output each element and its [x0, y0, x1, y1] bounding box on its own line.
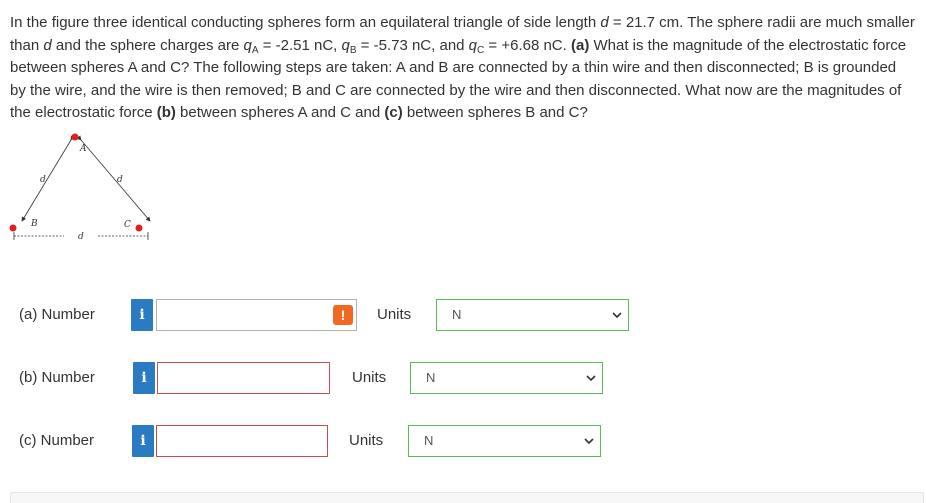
chevron-down-icon	[612, 312, 622, 319]
sphere-a	[71, 133, 79, 141]
subscript-a: A	[251, 44, 259, 56]
label-a: A	[79, 144, 87, 154]
variable-d: d	[43, 36, 52, 54]
units-value-c: N	[424, 433, 434, 448]
part-b-label: (b) Number	[19, 369, 95, 386]
units-select-a[interactable]: N	[436, 299, 629, 331]
answer-input-c[interactable]	[156, 425, 328, 457]
info-button-c[interactable]: i	[132, 425, 154, 457]
units-select-b[interactable]: N	[410, 362, 603, 394]
charge-a-value: = -2.51 nC,	[258, 36, 342, 54]
part-c-tag: (c)	[384, 104, 403, 121]
problem-text: and the sphere charges are	[51, 36, 244, 54]
answer-input-a[interactable]	[156, 299, 357, 331]
variable-q: q	[341, 36, 350, 54]
label-b: B	[30, 219, 38, 229]
answer-row-c: (c) Number i Units N	[0, 424, 926, 458]
label-d-left: d	[40, 175, 46, 185]
label-d-bottom: d	[78, 232, 84, 242]
charge-b-value: = -5.73 nC, and	[356, 36, 469, 54]
side-right-arrow	[76, 135, 151, 222]
part-a-label: (a) Number	[19, 306, 95, 323]
variable-q: q	[468, 36, 478, 54]
info-button-b[interactable]: i	[133, 362, 155, 394]
variable-d: d	[600, 14, 609, 31]
answer-input-b[interactable]	[157, 362, 330, 394]
problem-text: between spheres B and C?	[402, 104, 588, 121]
problem-text: In the figure three identical conducting…	[10, 14, 601, 31]
part-a-tag: (a)	[570, 36, 590, 54]
problem-text: between spheres A and C and	[175, 104, 385, 121]
problem-statement: In the figure three identical conducting…	[10, 12, 915, 125]
chevron-down-icon	[586, 375, 596, 382]
side-left-arrow	[21, 135, 76, 222]
answer-row-b: (b) Number i Units N	[0, 361, 926, 395]
part-c-label: (c) Number	[19, 432, 95, 449]
units-select-c[interactable]: N	[408, 425, 601, 457]
chevron-down-icon	[584, 438, 594, 445]
info-button-a[interactable]: i	[131, 299, 153, 331]
label-c: C	[124, 220, 131, 230]
subscript-b: B	[349, 44, 357, 56]
sphere-b	[9, 224, 17, 232]
label-d-right: d	[117, 175, 123, 185]
sphere-c	[135, 224, 143, 232]
units-label-a: Units	[377, 306, 412, 323]
units-label-b: Units	[352, 369, 387, 386]
charge-c-value: = +6.68 nC.	[484, 36, 571, 54]
triangle-figure: A B C d d d	[9, 133, 151, 242]
units-value-a: N	[452, 307, 462, 322]
units-value-b: N	[426, 370, 436, 385]
alert-icon: !	[333, 305, 353, 325]
variable-q: q	[243, 36, 252, 54]
answer-row-a: (a) Number i ! Units N	[0, 298, 926, 332]
units-label-c: Units	[349, 432, 384, 449]
part-b-tag: (b)	[156, 104, 176, 121]
